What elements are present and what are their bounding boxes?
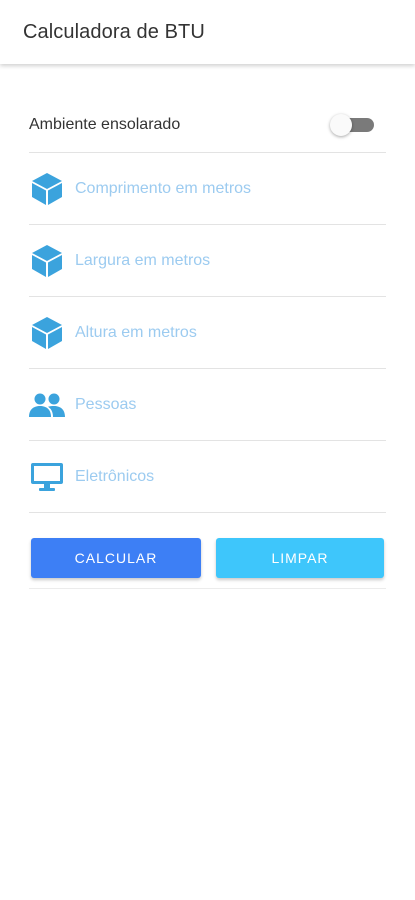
cube-icon (29, 244, 65, 278)
cube-icon (29, 316, 65, 350)
height-input[interactable] (75, 317, 375, 348)
sunny-room-label: Ambiente ensolarado (29, 116, 181, 133)
app-bar: Calculadora de BTU (0, 0, 415, 64)
width-field-row (29, 225, 386, 297)
monitor-icon (29, 460, 65, 494)
switch-thumb[interactable] (330, 114, 352, 136)
width-input[interactable] (75, 245, 375, 276)
people-icon (29, 388, 65, 422)
height-field-row (29, 297, 386, 369)
people-field-row (29, 369, 386, 441)
length-input[interactable] (75, 173, 375, 204)
people-input[interactable] (75, 389, 375, 420)
cube-icon (29, 172, 65, 206)
app-title: Calculadora de BTU (23, 20, 205, 43)
clear-button[interactable]: LIMPAR (216, 538, 384, 578)
length-field-row (29, 153, 386, 225)
divider (29, 588, 386, 589)
sunny-room-row: Ambiente ensolarado (29, 100, 386, 153)
electronics-field-row (29, 441, 386, 513)
sunny-room-switch[interactable] (330, 113, 374, 139)
calculate-button[interactable]: CALCULAR (31, 538, 201, 578)
electronics-input[interactable] (75, 461, 375, 492)
